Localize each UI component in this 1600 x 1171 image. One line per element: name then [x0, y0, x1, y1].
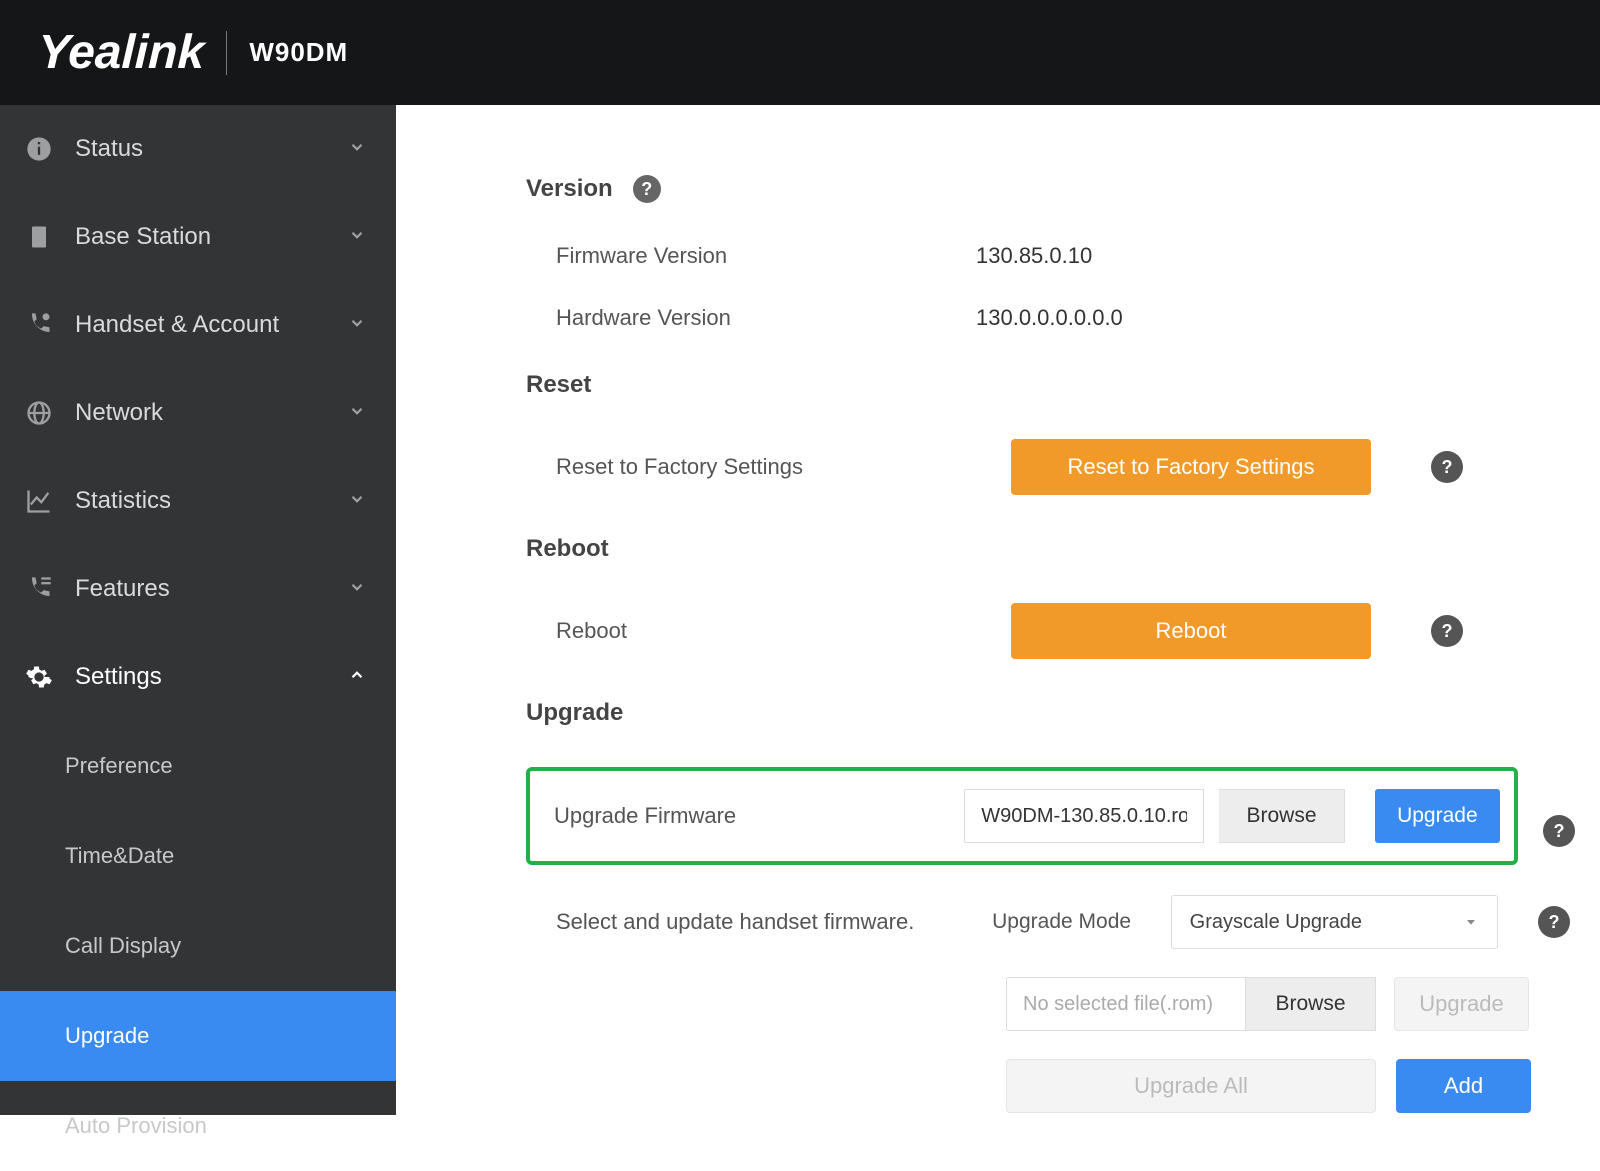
- chevron-down-icon: [348, 314, 366, 337]
- sidebar-item-features[interactable]: Features: [0, 545, 396, 633]
- sidebar-item-label: Settings: [75, 663, 162, 691]
- sidebar-item-statistics[interactable]: Statistics: [0, 457, 396, 545]
- help-icon[interactable]: ?: [1431, 451, 1463, 483]
- help-icon[interactable]: ?: [1543, 815, 1575, 847]
- add-button[interactable]: Add: [1396, 1059, 1531, 1113]
- sidebar-item-network[interactable]: Network: [0, 369, 396, 457]
- firmware-version-label: Firmware Version: [556, 243, 976, 269]
- sidebar-item-base-station[interactable]: Base Station: [0, 193, 396, 281]
- section-title-text: Reset: [526, 371, 591, 399]
- main-content: Version ? Firmware Version 130.85.0.10 H…: [396, 105, 1600, 1115]
- sidebar-item-label: Network: [75, 399, 163, 427]
- section-title-text: Upgrade: [526, 699, 623, 727]
- upgrade-firmware-button[interactable]: Upgrade: [1375, 789, 1500, 843]
- sidebar-sub-upgrade[interactable]: Upgrade: [0, 991, 396, 1081]
- help-icon[interactable]: ?: [633, 175, 661, 203]
- browse-handset-button[interactable]: Browse: [1246, 977, 1376, 1031]
- section-version-title: Version ?: [526, 175, 1570, 203]
- handset-firmware-label: Select and update handset firmware.: [556, 909, 972, 935]
- sidebar-item-label: Handset & Account: [75, 311, 279, 339]
- sidebar-item-handset-account[interactable]: Handset & Account: [0, 281, 396, 369]
- info-icon: [25, 135, 53, 163]
- phone-user-icon: [25, 311, 53, 339]
- sidebar-sub-time-date[interactable]: Time&Date: [0, 811, 396, 901]
- upgrade-mode-label: Upgrade Mode: [992, 910, 1151, 934]
- upgrade-handset-button[interactable]: Upgrade: [1394, 977, 1529, 1031]
- globe-icon: [25, 399, 53, 427]
- handset-file-input[interactable]: [1006, 977, 1246, 1031]
- reboot-label: Reboot: [556, 618, 976, 644]
- chevron-down-icon: [348, 226, 366, 249]
- sidebar-item-label: Base Station: [75, 223, 211, 251]
- browse-firmware-button[interactable]: Browse: [1219, 789, 1344, 843]
- section-upgrade-title: Upgrade: [526, 699, 1570, 727]
- upgrade-all-button[interactable]: Upgrade All: [1006, 1059, 1376, 1113]
- sidebar-sub-auto-provision[interactable]: Auto Provision: [0, 1081, 396, 1171]
- brand-logo: Yealink: [37, 25, 205, 80]
- hardware-version-label: Hardware Version: [556, 305, 976, 331]
- features-icon: [25, 575, 53, 603]
- firmware-version-value: 130.85.0.10: [976, 243, 1092, 269]
- sidebar: Status Base Station Handset & Account: [0, 105, 396, 1115]
- chevron-down-icon: [348, 138, 366, 161]
- sidebar-item-label: Status: [75, 135, 143, 163]
- chart-icon: [25, 487, 53, 515]
- section-title-text: Reboot: [526, 535, 609, 563]
- upgrade-mode-value: Grayscale Upgrade: [1190, 911, 1362, 934]
- reboot-button[interactable]: Reboot: [1011, 603, 1371, 659]
- sidebar-item-status[interactable]: Status: [0, 105, 396, 193]
- hardware-version-value: 130.0.0.0.0.0.0: [976, 305, 1123, 331]
- help-icon[interactable]: ?: [1538, 906, 1570, 938]
- upgrade-firmware-row: Upgrade Firmware Browse Upgrade: [526, 767, 1518, 865]
- model-name: W90DM: [249, 37, 348, 68]
- reset-factory-button[interactable]: Reset to Factory Settings: [1011, 439, 1371, 495]
- chevron-up-icon: [348, 666, 366, 689]
- section-title-text: Version: [526, 175, 613, 203]
- chevron-down-icon: [348, 490, 366, 513]
- sidebar-sub-call-display[interactable]: Call Display: [0, 901, 396, 991]
- chevron-down-icon: [348, 578, 366, 601]
- sidebar-item-settings[interactable]: Settings: [0, 633, 396, 721]
- sidebar-item-label: Features: [75, 575, 170, 603]
- header: Yealink W90DM: [0, 0, 1600, 105]
- upgrade-mode-select[interactable]: Grayscale Upgrade: [1171, 895, 1498, 949]
- section-reboot-title: Reboot: [526, 535, 1570, 563]
- device-icon: [25, 223, 53, 251]
- sidebar-sub-preference[interactable]: Preference: [0, 721, 396, 811]
- section-reset-title: Reset: [526, 371, 1570, 399]
- upgrade-firmware-label: Upgrade Firmware: [544, 803, 949, 829]
- chevron-down-icon: [1463, 914, 1479, 930]
- chevron-down-icon: [348, 402, 366, 425]
- gear-icon: [25, 663, 53, 691]
- sidebar-item-label: Statistics: [75, 487, 171, 515]
- upgrade-firmware-file-input[interactable]: [964, 789, 1204, 843]
- reset-label: Reset to Factory Settings: [556, 454, 976, 480]
- brand-divider: [226, 31, 227, 75]
- help-icon[interactable]: ?: [1431, 615, 1463, 647]
